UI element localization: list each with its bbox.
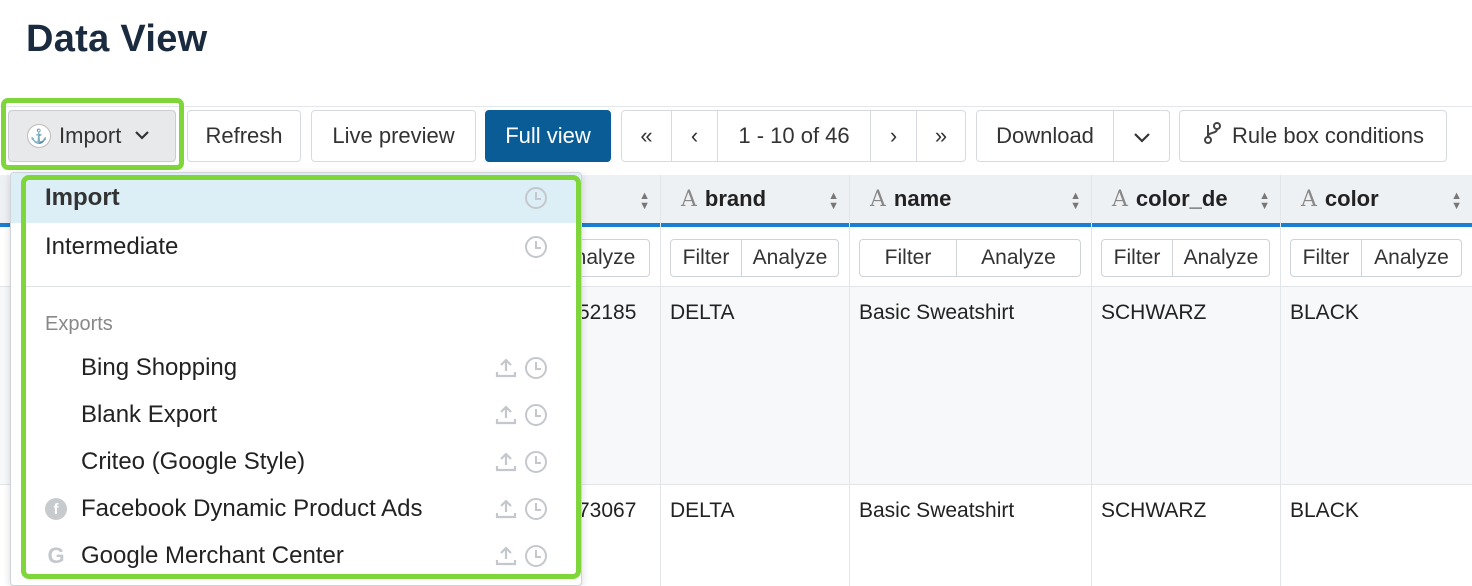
- column-header-label: brand: [704, 186, 767, 211]
- table-cell: Basic Sweatshirt: [859, 499, 1015, 522]
- table-cell: Basic Sweatshirt: [859, 301, 1015, 324]
- sort-icon[interactable]: ▲ ▼: [1259, 191, 1270, 212]
- text-type-icon: A: [681, 186, 697, 212]
- filter-analyze-group: Filter Analyze: [1101, 239, 1270, 277]
- table-row: DELTA: [661, 485, 849, 586]
- filter-button[interactable]: Filter: [1291, 240, 1361, 276]
- text-type-icon: A: [1112, 186, 1128, 212]
- table-row: DELTA: [661, 287, 849, 485]
- column-header[interactable]: A color_de ▲ ▼: [1092, 175, 1280, 227]
- filter-row: Filter Analyze: [1281, 231, 1472, 287]
- next-page-button[interactable]: ›: [871, 111, 917, 161]
- table-cell: 73067: [578, 499, 637, 522]
- rule-box-conditions-button[interactable]: Rule box conditions: [1179, 110, 1447, 162]
- filter-row: Filter Analyze: [850, 231, 1091, 287]
- filter-button[interactable]: Filter: [860, 240, 956, 276]
- analyze-button[interactable]: Analyze: [1172, 240, 1269, 276]
- download-menu-button[interactable]: [1114, 111, 1169, 161]
- first-page-button[interactable]: «: [622, 111, 672, 161]
- analyze-button[interactable]: Analyze: [1361, 240, 1461, 276]
- filter-button[interactable]: Filter: [1102, 240, 1172, 276]
- column-header[interactable]: A brand ▲ ▼: [661, 175, 849, 227]
- table-column-name: A name ▲ ▼ Filter Analyze Basic Sweatshir…: [849, 175, 1091, 586]
- last-page-button[interactable]: »: [917, 111, 965, 161]
- filter-row: Filter Analyze: [661, 231, 849, 287]
- column-header-label: color_de: [1135, 186, 1228, 211]
- table-cell: SCHWARZ: [1101, 499, 1207, 522]
- rule-branch-icon: [1202, 121, 1224, 151]
- full-view-button[interactable]: Full view: [485, 110, 611, 162]
- table-cell: BLACK: [1290, 301, 1359, 324]
- rule-box-conditions-label: Rule box conditions: [1231, 123, 1424, 148]
- sort-icon[interactable]: ▲ ▼: [1070, 191, 1081, 212]
- filter-row: Filter Analyze: [1092, 231, 1280, 287]
- pagination: « ‹ 1 - 10 of 46 › »: [621, 110, 966, 162]
- table-cell: DELTA: [670, 499, 735, 522]
- filter-button[interactable]: Filter: [671, 240, 741, 276]
- sort-icon[interactable]: ▲ ▼: [639, 191, 650, 212]
- chevron-down-icon: [1133, 123, 1150, 149]
- toolbar-divider: [0, 106, 1472, 107]
- column-header[interactable]: A color ▲ ▼: [1281, 175, 1472, 227]
- page-title: Data View: [26, 18, 208, 60]
- table-row: BLACK: [1281, 287, 1472, 485]
- table-row: Basic Sweatshirt: [850, 287, 1091, 485]
- table-cell: SCHWARZ: [1101, 301, 1207, 324]
- live-preview-button[interactable]: Live preview: [311, 110, 476, 162]
- table-cell: 52185: [578, 301, 637, 324]
- column-header[interactable]: A name ▲ ▼: [850, 175, 1091, 227]
- sort-icon[interactable]: ▲ ▼: [1451, 191, 1462, 212]
- table-cell: DELTA: [670, 301, 735, 324]
- text-type-icon: A: [1301, 186, 1317, 212]
- column-header-label: name: [893, 186, 952, 211]
- table-row: SCHWARZ: [1092, 287, 1280, 485]
- refresh-button[interactable]: Refresh: [187, 110, 301, 162]
- column-header-label: color: [1324, 186, 1379, 211]
- filter-analyze-group: Filter Analyze: [1290, 239, 1462, 277]
- analyze-button[interactable]: Analyze: [956, 240, 1080, 276]
- download-group: Download: [976, 110, 1170, 162]
- table-row: Basic Sweatshirt: [850, 485, 1091, 586]
- sort-icon[interactable]: ▲ ▼: [828, 191, 839, 212]
- table-row: BLACK: [1281, 485, 1472, 586]
- table-cell: BLACK: [1290, 499, 1359, 522]
- filter-analyze-group: Filter Analyze: [670, 239, 839, 277]
- table-column-color: A color ▲ ▼ Filter Analyze BLACK BLACK: [1280, 175, 1472, 586]
- table-column-brand: A brand ▲ ▼ Filter Analyze DELTA DELTA: [660, 175, 849, 586]
- text-type-icon: A: [870, 186, 886, 212]
- dropdown-highlight: [21, 175, 581, 579]
- import-button-highlight: [1, 98, 184, 170]
- download-button[interactable]: Download: [977, 111, 1114, 161]
- table-column-color-de: A color_de ▲ ▼ Filter Analyze SCHWARZ SCH…: [1091, 175, 1280, 586]
- filter-analyze-group: Filter Analyze: [859, 239, 1081, 277]
- prev-page-button[interactable]: ‹: [672, 111, 718, 161]
- page-range: 1 - 10 of 46: [718, 111, 871, 161]
- analyze-button[interactable]: Analyze: [741, 240, 838, 276]
- table-row: SCHWARZ: [1092, 485, 1280, 586]
